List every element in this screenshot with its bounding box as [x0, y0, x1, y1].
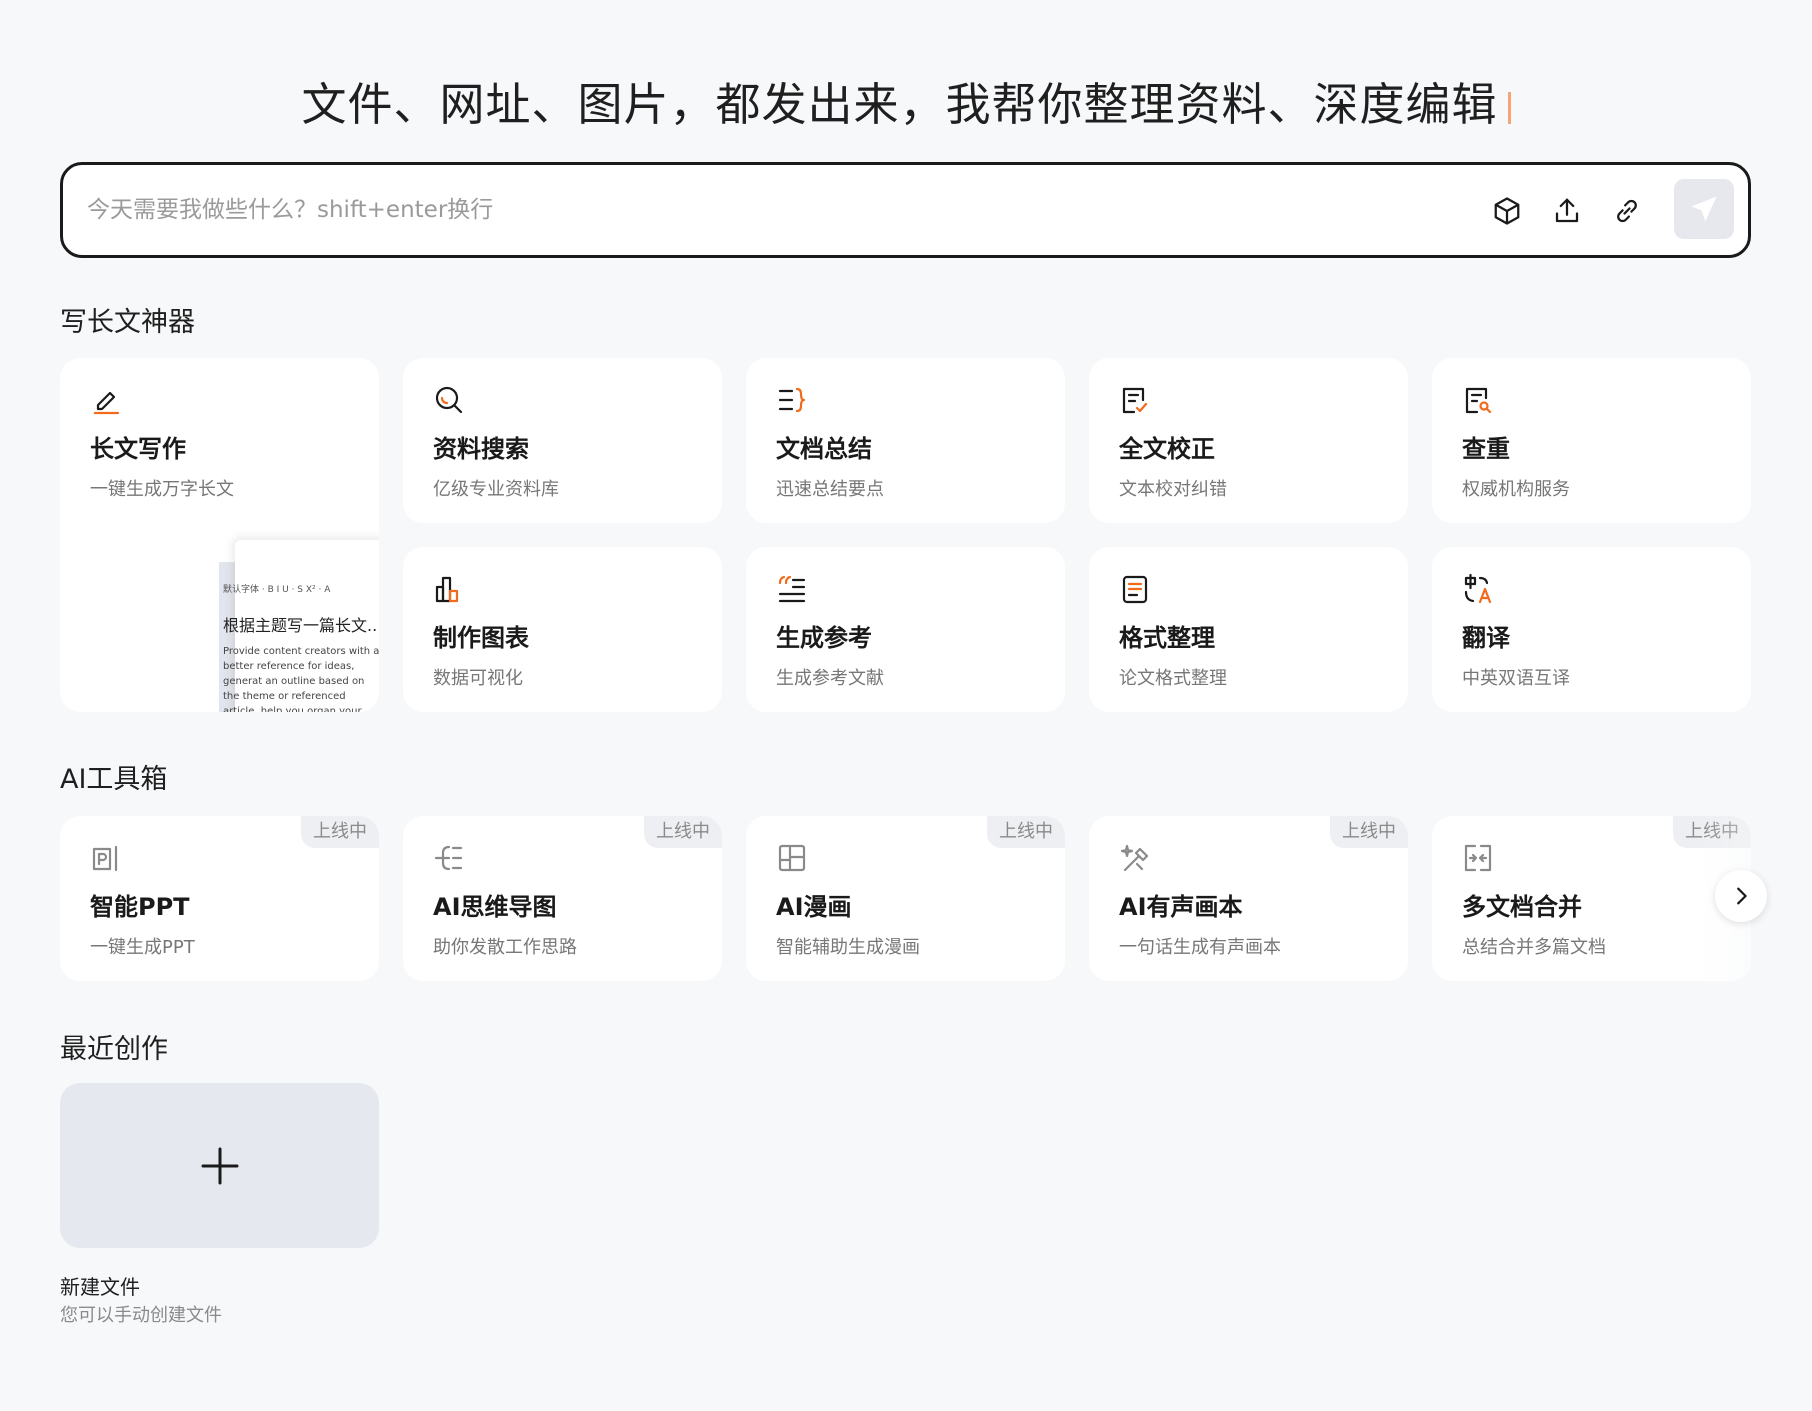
card-doc-summary[interactable]: 文档总结 迅速总结要点	[746, 358, 1065, 523]
headline: 文件、网址、图片，都发出来，我帮你整理资料、深度编辑	[0, 68, 1812, 133]
box-tool-button[interactable]	[1483, 187, 1531, 235]
card-translate[interactable]: 翻译 中英双语互译	[1432, 547, 1751, 712]
carousel-next-button[interactable]	[1715, 870, 1767, 922]
card-desc: 智能辅助生成漫画	[776, 937, 920, 958]
preview-text: Provide content creators with a better r…	[223, 646, 379, 712]
card-title: 查重	[1462, 435, 1510, 463]
merge-icon	[1464, 844, 1492, 872]
card-title: 全文校正	[1119, 435, 1215, 463]
card-desc: 迅速总结要点	[776, 479, 884, 500]
card-title: 文档总结	[776, 435, 872, 463]
status-badge: 上线中	[1330, 816, 1408, 848]
card-desc: 数据可视化	[433, 668, 523, 689]
card-multi-doc-merge[interactable]: 上线中 多文档合并 总结合并多篇文档	[1432, 816, 1751, 981]
search-icon	[435, 386, 463, 414]
prompt-input[interactable]	[87, 185, 1487, 235]
audio-book-icon	[1120, 844, 1149, 872]
upload-icon	[1555, 198, 1579, 223]
card-title: AI有声画本	[1119, 893, 1243, 921]
headline-text: 文件、网址、图片，都发出来，我帮你整理资料、深度编辑	[301, 78, 1498, 131]
summary-icon	[778, 387, 806, 413]
card-resource-search[interactable]: 资料搜索 亿级专业资料库	[403, 358, 722, 523]
card-plagiarism-check[interactable]: 查重 权威机构服务	[1432, 358, 1751, 523]
card-generate-references[interactable]: 生成参考 生成参考文献	[746, 547, 1065, 712]
card-smart-ppt[interactable]: 上线中 智能PPT 一键生成PPT	[60, 816, 379, 981]
card-desc: 亿级专业资料库	[433, 479, 559, 500]
card-desc: 中英双语互译	[1462, 668, 1570, 689]
preview-toolbar: 默认字体 · B I U · S X² · A	[223, 585, 331, 595]
link-button[interactable]	[1603, 187, 1651, 235]
card-title: AI思维导图	[433, 893, 557, 921]
section-title-recent: 最近创作	[60, 1034, 168, 1065]
card-ai-audio-book[interactable]: 上线中 AI有声画本 一句话生成有声画本	[1089, 816, 1408, 981]
card-desc: 助你发散工作思路	[433, 937, 577, 958]
status-badge: 上线中	[1673, 816, 1751, 848]
cube-icon	[1494, 197, 1520, 225]
status-badge: 上线中	[987, 816, 1065, 848]
chart-icon	[435, 576, 459, 603]
card-title: 多文档合并	[1462, 893, 1582, 921]
new-file-label: 新建文件	[60, 1275, 140, 1299]
card-make-chart[interactable]: 制作图表 数据可视化	[403, 547, 722, 712]
card-title: 资料搜索	[433, 435, 529, 463]
card-format-cleanup[interactable]: 格式整理 论文格式整理	[1089, 547, 1408, 712]
plagiarism-check-icon	[1465, 387, 1492, 414]
card-desc: 文本校对纠错	[1119, 479, 1227, 500]
format-icon	[1122, 575, 1148, 604]
prompt-box	[60, 162, 1751, 258]
card-desc: 一句话生成有声画本	[1119, 937, 1281, 958]
card-title: 智能PPT	[90, 893, 190, 921]
status-badge: 上线中	[644, 816, 722, 848]
card-desc: 一键生成PPT	[90, 937, 195, 958]
card-proofread[interactable]: 全文校正 文本校对纠错	[1089, 358, 1408, 523]
new-file-button[interactable]	[60, 1083, 379, 1248]
card-desc: 一键生成万字长文	[90, 479, 234, 500]
pen-icon	[93, 391, 120, 415]
card-ai-comic[interactable]: 上线中 AI漫画 智能辅助生成漫画	[746, 816, 1065, 981]
card-desc: 总结合并多篇文档	[1462, 937, 1606, 958]
card-title: 格式整理	[1119, 624, 1215, 652]
send-button[interactable]	[1674, 179, 1734, 239]
card-long-writing[interactable]: 长文写作 一键生成万字长文 默认字体 · B I U · S X² · A 根据…	[60, 358, 379, 712]
card-desc: 权威机构服务	[1462, 479, 1570, 500]
chevron-right-icon	[1737, 887, 1747, 905]
plus-icon	[201, 1147, 238, 1184]
new-file-desc: 您可以手动创建文件	[60, 1305, 222, 1326]
card-title: 生成参考	[776, 624, 872, 652]
section-title-writing: 写长文神器	[60, 307, 195, 338]
document-preview: 默认字体 · B I U · S X² · A 根据主题写一篇长文.. Prov…	[175, 540, 379, 712]
card-title: 翻译	[1462, 624, 1510, 652]
upload-button[interactable]	[1543, 187, 1591, 235]
typing-cursor	[1507, 92, 1511, 124]
section-title-ai-tools: AI工具箱	[60, 764, 168, 795]
quote-icon	[778, 575, 806, 603]
card-title: 制作图表	[433, 624, 529, 652]
preview-title: 根据主题写一篇长文..	[223, 616, 378, 635]
card-title: 长文写作	[90, 435, 186, 463]
card-title: AI漫画	[776, 893, 852, 921]
paper-plane-icon	[1691, 196, 1717, 222]
mindmap-icon	[434, 845, 463, 871]
proofread-icon	[1122, 387, 1148, 414]
ppt-icon	[92, 845, 118, 872]
card-desc: 论文格式整理	[1119, 668, 1227, 689]
translate-icon	[1464, 573, 1492, 604]
card-ai-mindmap[interactable]: 上线中 AI思维导图 助你发散工作思路	[403, 816, 722, 981]
link-icon	[1617, 199, 1637, 223]
card-desc: 生成参考文献	[776, 668, 884, 689]
status-badge: 上线中	[301, 816, 379, 848]
comic-icon	[778, 844, 806, 872]
